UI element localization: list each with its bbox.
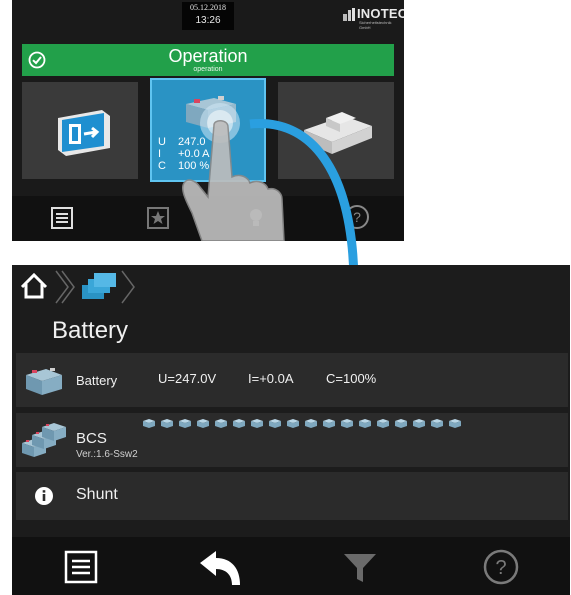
toolbar: ? (12, 537, 570, 595)
date-text: 05.12.2018 (190, 3, 226, 12)
bcs-unit-icon (215, 419, 227, 428)
clock: 05.12.2018 13:26 (182, 2, 234, 30)
list-item[interactable]: Battery U=247.0V I=+0.0A C=100% (16, 353, 568, 407)
list-item[interactable]: BCS Ver.:1.6-Ssw2 (16, 413, 568, 467)
exit-sign-icon (58, 110, 110, 156)
bcs-unit-icon (251, 419, 263, 428)
battery-screen: Battery Battery U=247.0V I=+0.0A C=100% … (12, 265, 570, 595)
bcs-unit-icon (143, 419, 155, 428)
bcs-unit-icon (269, 419, 281, 428)
list-icon[interactable] (64, 550, 98, 584)
bcs-unit-icon (197, 419, 209, 428)
back-icon[interactable] (198, 549, 244, 587)
status-bar: Operation operation (22, 44, 394, 76)
batteries-icon[interactable] (82, 273, 116, 299)
help-icon[interactable]: ? (482, 548, 520, 586)
bcs-unit-icon (341, 419, 353, 428)
bcs-unit-icon (323, 419, 335, 428)
breadcrumb (20, 270, 135, 304)
current-value: I=+0.0A (248, 371, 294, 386)
charge-value: C=100% (326, 371, 377, 386)
logo-text: INOTEC (357, 6, 404, 21)
logo-mark-icon (343, 8, 355, 21)
filter-icon[interactable] (342, 551, 378, 585)
inotec-logo: INOTEC Sicherheitstechnik GmbH (342, 6, 404, 30)
bcs-unit-icon (161, 419, 173, 428)
svg-text:?: ? (495, 557, 506, 579)
bcs-unit-icon (377, 419, 389, 428)
status-title: Operation (168, 46, 248, 66)
time-text: 13:26 (195, 15, 221, 26)
luminaires-tile[interactable] (22, 82, 138, 179)
row-label: BCS (76, 430, 107, 447)
batteries-icon (22, 423, 66, 457)
status-subtitle: operation (193, 66, 223, 73)
bcs-unit-icon (359, 419, 371, 428)
logo-subtitle: Sicherheitstechnik GmbH (359, 20, 392, 30)
row-label: Shunt (76, 486, 118, 503)
bcs-unit-icon (395, 419, 407, 428)
version-text: Ver.:1.6-Ssw2 (76, 449, 138, 460)
list-icon[interactable] (50, 206, 74, 230)
bcs-unit-icon (449, 419, 461, 428)
bcs-unit-icon (179, 419, 191, 428)
voltage-value: U=247.0V (158, 371, 217, 386)
row-label: Battery (76, 373, 118, 388)
bcs-unit-icon (233, 419, 245, 428)
page-title: Battery (52, 317, 129, 344)
bcs-unit-icon (287, 419, 299, 428)
bcs-units-strip (143, 419, 461, 428)
battery-icon (26, 368, 62, 395)
bcs-unit-icon (431, 419, 443, 428)
home-icon[interactable] (20, 272, 48, 299)
info-icon (35, 487, 53, 505)
bcs-unit-icon (413, 419, 425, 428)
list-item[interactable]: Shunt (16, 472, 568, 520)
bcs-unit-icon (305, 419, 317, 428)
